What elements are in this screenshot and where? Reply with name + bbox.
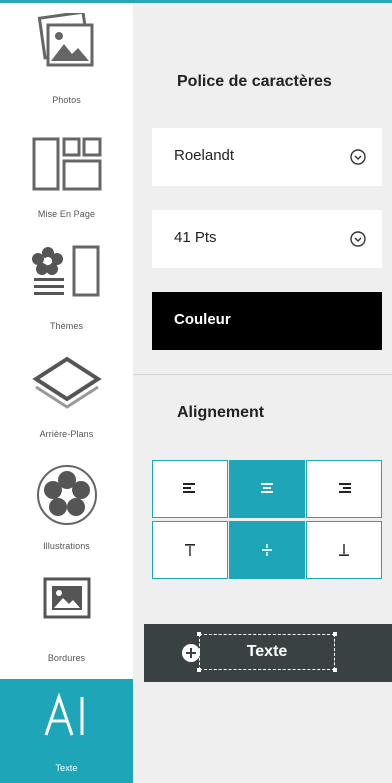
sidebar-item-label: Bordures — [47, 653, 86, 663]
tool-sidebar: Photos Mise En Page Thèmes Arrière-Plans… — [0, 3, 133, 783]
sidebar-item-label: Mise En Page — [37, 209, 96, 219]
font-size-select[interactable]: 41 Pts — [152, 210, 382, 268]
sidebar-item-layout[interactable]: Mise En Page — [0, 115, 133, 227]
text-placeholder-box: Texte — [199, 634, 335, 670]
selection-handle — [197, 632, 201, 636]
align-left-button[interactable] — [152, 460, 228, 518]
sidebar-item-backgrounds[interactable]: Arrière-Plans — [0, 343, 133, 455]
add-text-button[interactable]: Texte — [144, 624, 392, 682]
color-button[interactable]: Couleur — [152, 292, 382, 350]
text-cursor-icon — [0, 693, 133, 739]
plus-icon — [182, 644, 200, 662]
section-divider — [133, 374, 392, 375]
sidebar-item-label: Thèmes — [49, 321, 84, 331]
selection-handle — [333, 632, 337, 636]
color-button-label: Couleur — [174, 311, 231, 328]
sidebar-item-borders[interactable]: Bordures — [0, 567, 133, 679]
font-section-title: Police de caractères — [177, 73, 332, 90]
sidebar-item-themes[interactable]: Thèmes — [0, 227, 133, 343]
align-bottom-icon — [339, 544, 349, 556]
chevron-down-icon — [350, 231, 366, 252]
align-top-icon — [185, 544, 195, 556]
themes-icon — [0, 243, 133, 297]
align-right-icon — [339, 483, 351, 493]
layout-icon — [0, 137, 133, 191]
frame-icon — [0, 577, 133, 619]
font-family-select[interactable]: Roelandt — [152, 128, 382, 186]
sidebar-item-photos[interactable]: Photos — [0, 3, 133, 115]
sidebar-item-label: Photos — [52, 95, 81, 105]
photos-icon — [0, 13, 133, 73]
font-family-value: Roelandt — [174, 147, 235, 164]
alignment-grid — [152, 460, 382, 580]
align-top-button[interactable] — [152, 521, 228, 579]
align-center-icon — [261, 483, 273, 493]
sidebar-item-illustrations[interactable]: Illustrations — [0, 455, 133, 567]
selection-handle — [197, 668, 201, 672]
chevron-down-icon — [350, 149, 366, 170]
align-left-icon — [183, 483, 195, 493]
sidebar-item-label: Illustrations — [43, 541, 90, 551]
align-bottom-button[interactable] — [306, 521, 382, 579]
flower-icon — [0, 463, 133, 527]
sidebar-item-label: Arrière-Plans — [39, 429, 94, 439]
align-center-button[interactable] — [229, 460, 305, 518]
font-size-value: 41 Pts — [174, 229, 217, 246]
backgrounds-icon — [0, 355, 133, 409]
align-middle-icon — [262, 544, 272, 556]
alignment-section-title: Alignement — [177, 404, 265, 421]
align-middle-button[interactable] — [229, 521, 305, 579]
add-text-label: Texte — [246, 643, 288, 660]
align-right-button[interactable] — [306, 460, 382, 518]
selection-handle — [333, 668, 337, 672]
sidebar-item-text[interactable]: Texte — [0, 679, 133, 783]
sidebar-item-label: Texte — [55, 763, 78, 773]
